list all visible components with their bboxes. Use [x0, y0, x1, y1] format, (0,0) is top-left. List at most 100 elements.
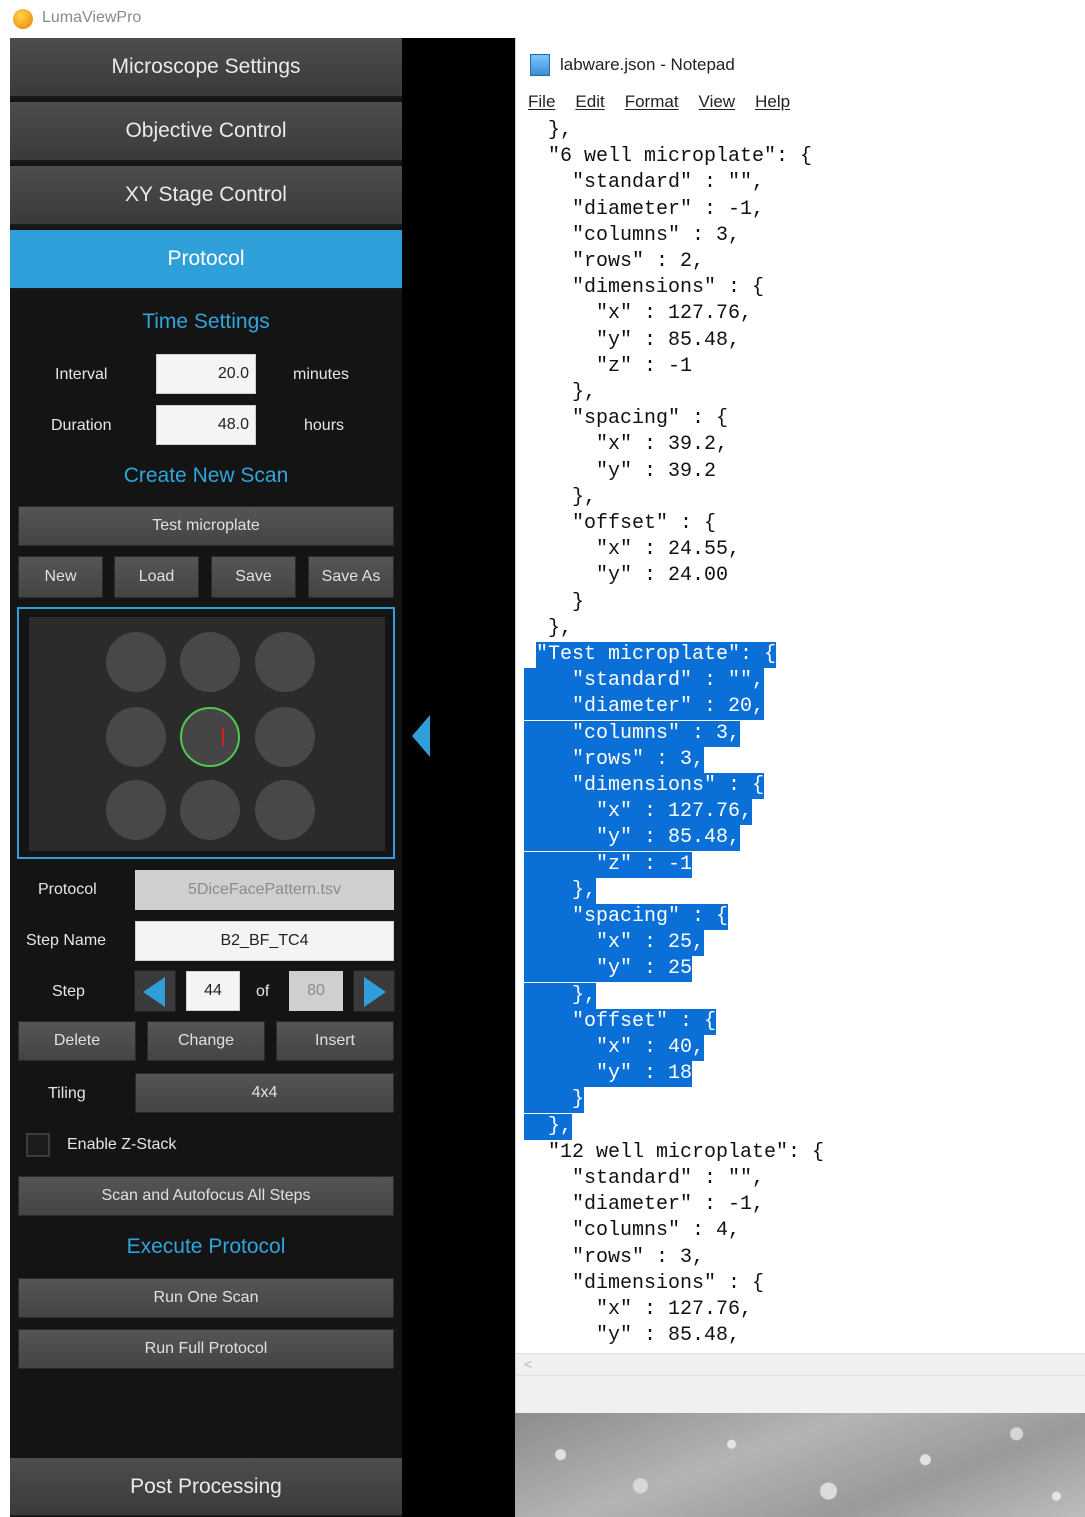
notepad-text-area[interactable]: }, "6 well microplate": { "standard" : "…	[516, 118, 1085, 1352]
labware-select[interactable]: Test microplate	[18, 506, 394, 546]
well-a2[interactable]	[180, 632, 240, 692]
notepad-status-bar	[516, 1375, 1085, 1413]
well-c2[interactable]	[180, 780, 240, 840]
text-line: "rows" : 2,	[524, 250, 705, 273]
save-button[interactable]: Save	[211, 556, 296, 598]
well-a3[interactable]	[255, 632, 315, 692]
app-titlebar: LumaViewPro	[0, 0, 1085, 38]
protocol-label: Protocol	[38, 881, 97, 898]
total-steps-field: 80	[289, 971, 343, 1011]
notepad-menubar: File Edit Format View Help	[528, 92, 790, 118]
text-line: "diameter" : -1,	[524, 197, 765, 221]
delete-step-button[interactable]: Delete	[18, 1021, 136, 1061]
protocol-button[interactable]: Protocol	[10, 230, 402, 290]
text-line: "dimensions" : {	[524, 1271, 765, 1295]
text-line: "columns" : 4,	[524, 1219, 741, 1243]
app-title: LumaViewPro	[42, 9, 142, 26]
objective-control-button[interactable]: Objective Control	[10, 102, 402, 162]
text-line: "x" : 127.76,	[524, 799, 753, 826]
text-line: "y" : 85.48,	[524, 328, 741, 352]
change-step-button[interactable]: Change	[147, 1021, 265, 1061]
microscope-live-image	[515, 1413, 1085, 1517]
text-line: },	[524, 485, 597, 509]
menu-help[interactable]: Help	[755, 92, 790, 118]
text-line: }	[524, 590, 585, 614]
app-logo-icon	[13, 9, 33, 29]
new-button[interactable]: New	[18, 556, 103, 598]
step-of-label: of	[256, 983, 270, 1000]
text-line: "z" : -1	[524, 851, 693, 878]
text-line: "y" : 25	[524, 956, 693, 983]
execute-protocol-title: Execute Protocol	[126, 1235, 286, 1258]
duration-label: Duration	[51, 417, 112, 434]
text-line: "dimensions" : {	[524, 773, 765, 799]
text-line: "rows" : 3,	[524, 1245, 705, 1269]
notepad-window: labware.json - Notepad File Edit Format …	[515, 38, 1085, 1413]
interval-input[interactable]: 20.0	[156, 354, 256, 394]
protocol-file-field: 5DiceFacePattern.tsv	[135, 870, 394, 910]
step-name-label: Step Name	[26, 932, 107, 949]
horizontal-scrollbar[interactable]: <	[516, 1353, 1085, 1375]
left-panel: Microscope Settings Objective Control XY…	[10, 38, 402, 1517]
well-c3[interactable]	[255, 780, 315, 840]
scan-autofocus-button[interactable]: Scan and Autofocus All Steps	[18, 1176, 394, 1216]
menu-file[interactable]: File	[528, 92, 555, 118]
text-line: "x" : 25,	[524, 930, 705, 957]
text-line: "12 well microplate": {	[524, 1140, 825, 1164]
well-b2-selected[interactable]	[180, 707, 240, 767]
menu-format[interactable]: Format	[625, 92, 679, 118]
scroll-left-icon[interactable]: <	[524, 1356, 532, 1372]
text-line: },	[524, 1113, 573, 1140]
text-line: "diameter" : -1,	[524, 1193, 765, 1217]
well-a1[interactable]	[106, 632, 166, 692]
text-line: "y" : 24.00	[524, 564, 729, 588]
insert-step-button[interactable]: Insert	[276, 1021, 394, 1061]
tiling-label: Tiling	[48, 1085, 86, 1102]
next-step-button[interactable]	[353, 970, 395, 1012]
step-name-input[interactable]: B2_BF_TC4	[135, 921, 394, 961]
tiling-select[interactable]: 4x4	[135, 1073, 394, 1113]
well-c1[interactable]	[106, 780, 166, 840]
text-line: "offset" : {	[524, 1008, 717, 1035]
arrow-left-icon	[143, 977, 165, 1007]
text-line: "Test microplate": {	[536, 642, 777, 668]
well-b3[interactable]	[255, 707, 315, 767]
text-line: },	[524, 982, 597, 1009]
text-line: "columns" : 3,	[524, 223, 741, 247]
text-line: "offset" : {	[524, 512, 717, 535]
xy-stage-control-button[interactable]: XY Stage Control	[10, 166, 402, 226]
current-step-input[interactable]: 44	[186, 971, 240, 1011]
save-as-button[interactable]: Save As	[308, 556, 394, 598]
arrow-right-icon	[364, 977, 386, 1007]
collapse-panel-arrow-icon[interactable]	[410, 713, 432, 759]
text-line: },	[524, 119, 573, 142]
current-position-marker	[222, 728, 224, 746]
menu-edit[interactable]: Edit	[575, 92, 604, 118]
text-line: "y" : 85.48,	[524, 1324, 741, 1348]
text-line: "diameter" : 20,	[524, 694, 765, 721]
text-line: "dimensions" : {	[524, 276, 765, 300]
run-one-scan-button[interactable]: Run One Scan	[18, 1278, 394, 1318]
text-line: "x" : 39.2,	[524, 433, 729, 457]
text-line: "y" : 85.48,	[524, 825, 741, 852]
text-line: "z" : -1	[524, 354, 693, 378]
microscope-settings-button[interactable]: Microscope Settings	[10, 38, 402, 98]
plate-diagram[interactable]	[17, 607, 395, 859]
z-stack-label: Enable Z-Stack	[67, 1136, 177, 1153]
post-processing-button[interactable]: Post Processing	[10, 1458, 402, 1517]
notepad-title: labware.json - Notepad	[560, 55, 735, 74]
load-button[interactable]: Load	[114, 556, 199, 598]
duration-input[interactable]: 48.0	[156, 405, 256, 445]
text-line: "spacing" : {	[524, 904, 729, 930]
well-b1[interactable]	[106, 707, 166, 767]
text-line: "x" : 24.55,	[524, 538, 741, 562]
text-line: },	[524, 877, 597, 904]
run-full-protocol-button[interactable]: Run Full Protocol	[18, 1329, 394, 1369]
menu-view[interactable]: View	[699, 92, 736, 118]
z-stack-checkbox[interactable]	[26, 1133, 50, 1157]
previous-step-button[interactable]	[134, 970, 176, 1012]
text-line: "y" : 39.2	[524, 459, 717, 483]
image-display-gap	[402, 38, 515, 1517]
text-line: "6 well microplate": {	[524, 145, 813, 169]
text-line: "y" : 18	[524, 1061, 693, 1088]
